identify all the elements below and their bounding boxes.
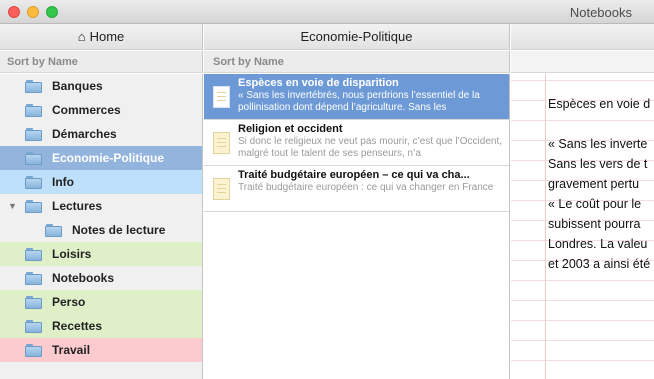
note-snippet: « Sans les invertébrés, nous perdrions l… [238, 90, 480, 113]
editor-line: gravement pertu [548, 177, 640, 191]
note-title: Espèces en voie de disparition [238, 77, 399, 89]
editor-line: Sans les vers de t [548, 157, 648, 171]
sidebar-item-d-marches[interactable]: Démarches [0, 122, 202, 146]
sidebar-item-label: Economie-Politique [52, 151, 165, 165]
note-editor[interactable]: Espèces en voie d « Sans les inverte Sans … [511, 74, 654, 379]
editor-text[interactable]: Espèces en voie d « Sans les inverte Sans … [548, 94, 654, 274]
zoom-window-button[interactable] [46, 6, 58, 18]
sidebar-item-perso[interactable]: Perso [0, 290, 202, 314]
sidebar-item-label: Notebooks [52, 271, 115, 285]
editor-line: « Sans les inverte [548, 137, 648, 151]
folder-icon [25, 127, 42, 141]
sidebar-item-loisirs[interactable]: Loisirs [0, 242, 202, 266]
notes-sort-button[interactable]: Sort by Name [204, 51, 510, 73]
editor-line: et 2003 a ainsi été [548, 257, 651, 271]
minimize-window-button[interactable] [27, 6, 39, 18]
folder-icon [25, 151, 42, 165]
note-list-item[interactable]: Religion et occident Si donc le religieux… [204, 120, 509, 166]
sidebar-item-notebooks[interactable]: Notebooks [0, 266, 202, 290]
sidebar-item-recettes[interactable]: Recettes [0, 314, 202, 338]
note-page-icon [213, 132, 230, 154]
folder-icon [25, 247, 42, 261]
editor-toolbar [511, 51, 654, 73]
editor-line: Espèces en voie d [548, 97, 651, 111]
home-icon: ⌂ [77, 29, 86, 44]
window-title: Notebooks [569, 5, 632, 20]
folder-icon [25, 103, 42, 117]
editor-margin-line [545, 74, 546, 379]
note-list-item[interactable]: Traité budgétaire européen – ce qui va c… [204, 166, 509, 212]
note-snippet: Si donc le religieux ne veut pas mourir,… [238, 136, 503, 159]
note-list-item[interactable]: Espèces en voie de disparition « Sans les… [204, 74, 509, 120]
title-bar: Notebooks [0, 0, 654, 24]
folder-icon [25, 319, 42, 333]
disclosure-triangle-icon[interactable]: ▼ [8, 201, 17, 211]
notebook-sidebar: Banques Commerces Démarches Economie-Politi… [0, 74, 203, 379]
folder-icon [25, 199, 42, 213]
folder-icon [25, 343, 42, 357]
close-window-button[interactable] [8, 6, 20, 18]
sidebar-item-label: Lectures [52, 199, 103, 213]
sidebar-item-label: Commerces [52, 103, 121, 117]
note-title: Religion et occident [238, 123, 343, 135]
folder-icon [25, 271, 42, 285]
notebook-header: Economie-Politique [204, 24, 510, 50]
notebook-header-label: Economie-Politique [300, 29, 413, 44]
sidebar-item-info[interactable]: Info [0, 170, 202, 194]
editor-header [511, 24, 654, 50]
sidebar-item-label: Notes de lecture [72, 223, 166, 237]
note-title: Traité budgétaire européen – ce qui va c… [238, 169, 470, 181]
sidebar-item-label: Travail [52, 343, 91, 357]
sidebar-item-label: Perso [52, 295, 86, 309]
sidebar-item-notes-de-lecture[interactable]: Notes de lecture [0, 218, 202, 242]
folder-icon [25, 79, 42, 93]
editor-line: subissent pourra [548, 217, 641, 231]
sidebar-item-label: Info [52, 175, 74, 189]
note-page-icon [213, 86, 230, 108]
note-page-icon [213, 178, 230, 200]
folder-icon [45, 223, 62, 237]
sidebar-item-economie-politique[interactable]: Economie-Politique [0, 146, 202, 170]
folder-icon [25, 295, 42, 309]
sidebar-item-travail[interactable]: Travail [0, 338, 202, 362]
sidebar-item-label: Démarches [52, 127, 117, 141]
home-header-label: Home [89, 29, 125, 44]
sidebar-item-banques[interactable]: Banques [0, 74, 202, 98]
sidebar-item-label: Recettes [52, 319, 103, 333]
editor-line: Londres. La valeu [548, 237, 648, 251]
note-snippet: Traité budgétaire européen : ce qui va c… [238, 182, 494, 193]
home-header-button[interactable]: ⌂ Home [0, 24, 203, 50]
sidebar-item-label: Loisirs [52, 247, 92, 261]
sidebar-item-lectures[interactable]: ▼ Lectures [0, 194, 202, 218]
editor-line: « Le coût pour le [548, 197, 642, 211]
notes-list: Espèces en voie de disparition « Sans les… [204, 74, 510, 379]
sidebar-item-label: Banques [52, 79, 103, 93]
sidebar-item-commerces[interactable]: Commerces [0, 98, 202, 122]
folder-icon [25, 175, 42, 189]
sidebar-sort-button[interactable]: Sort by Name [0, 51, 203, 73]
